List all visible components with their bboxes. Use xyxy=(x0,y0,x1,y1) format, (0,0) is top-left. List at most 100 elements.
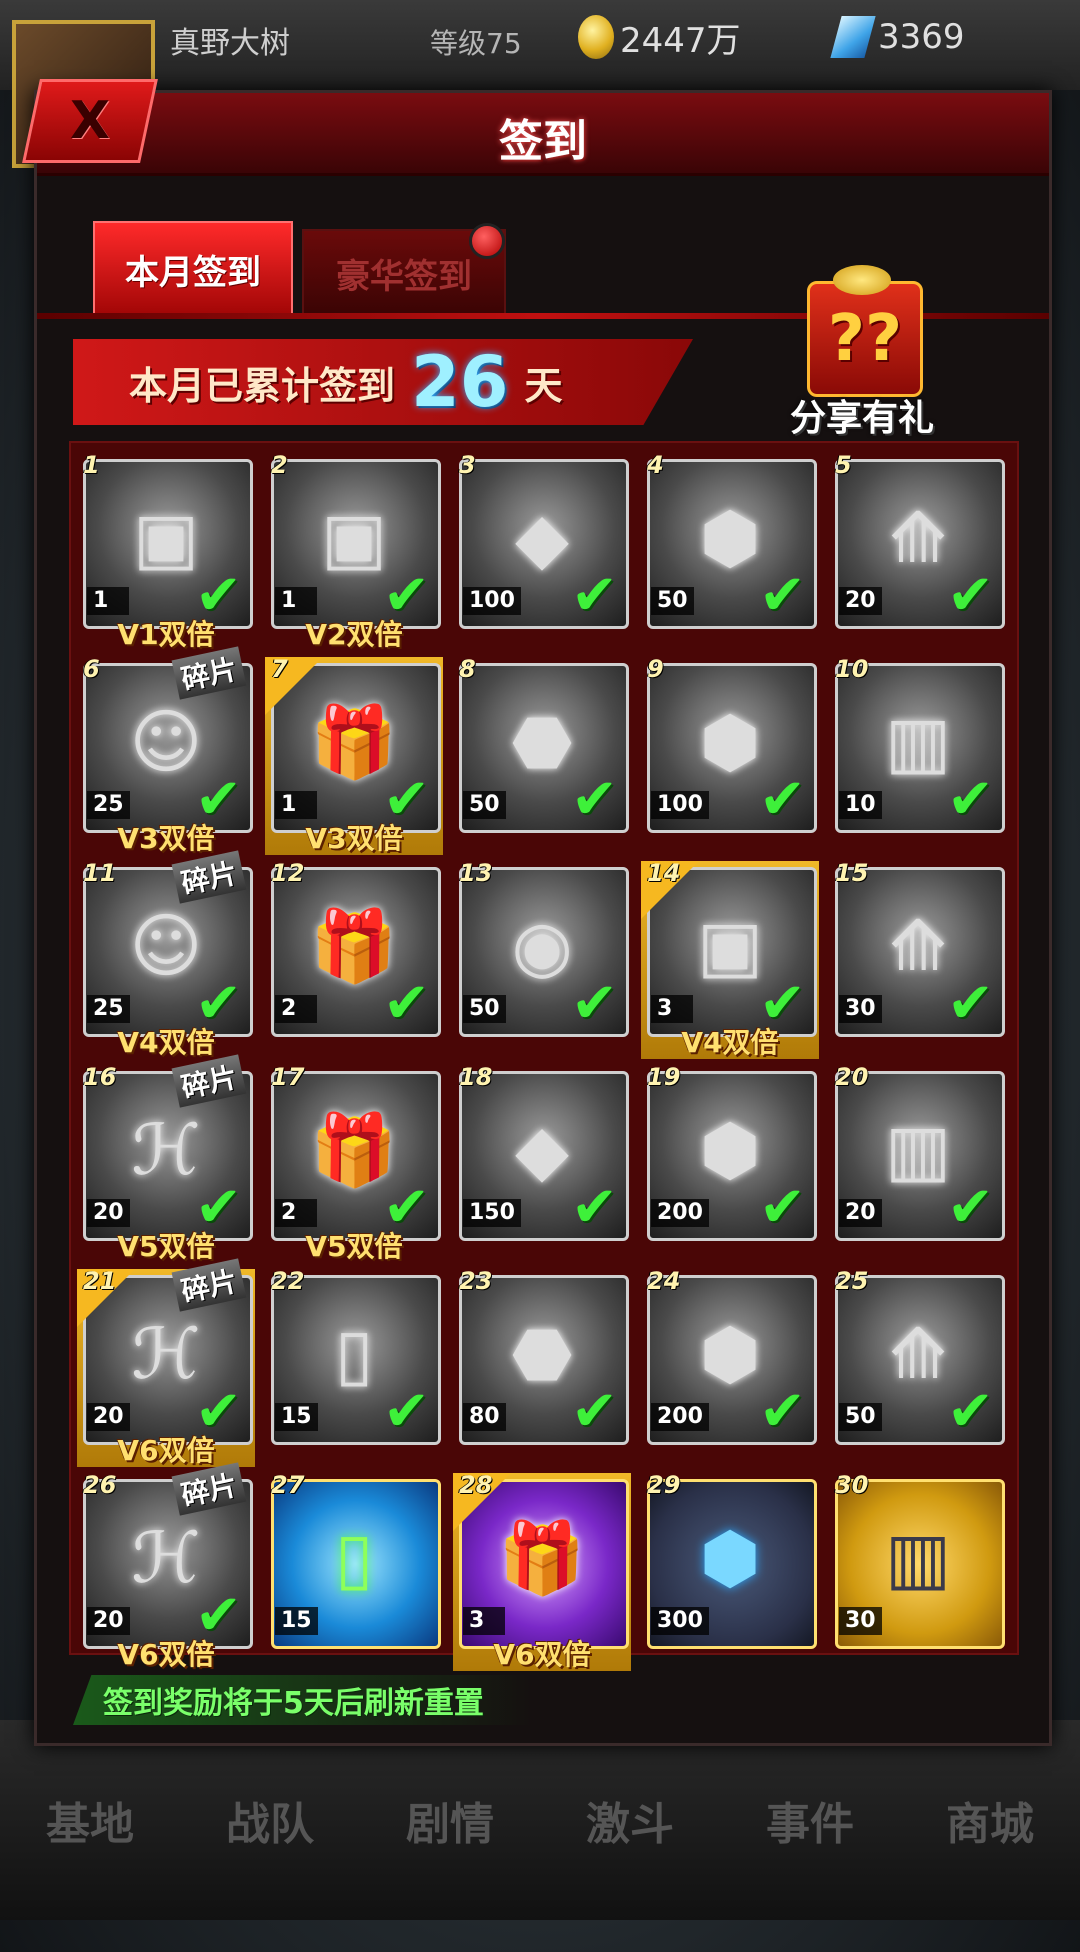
reward-day-18[interactable]: 18 ◆ 150 ✔ xyxy=(453,1063,631,1263)
nav-shop[interactable]: 商城 xyxy=(910,1788,1070,1852)
day-number: 21 xyxy=(83,1267,117,1295)
reward-quantity: 20 xyxy=(87,1607,130,1635)
day-number: 23 xyxy=(459,1267,493,1295)
vip-double-label: V1双倍 xyxy=(117,618,215,651)
checkmark-icon: ✔ xyxy=(759,1379,806,1444)
reward-day-1[interactable]: 1 ▣ 1 ✔ V1双倍 xyxy=(77,451,255,651)
day-number: 6 xyxy=(83,655,100,683)
reward-quantity: 2 xyxy=(275,1199,317,1227)
share-reward-button[interactable]: ?? 分享有礼 xyxy=(777,261,947,441)
nav-story[interactable]: 剧情 xyxy=(370,1788,530,1852)
checkmark-icon: ✔ xyxy=(947,971,994,1036)
reward-day-8[interactable]: 8 ⬣ 50 ✔ xyxy=(453,655,631,855)
checkmark-icon: ✔ xyxy=(571,563,618,628)
reward-day-28[interactable]: 28 🎁 3 V6双倍 xyxy=(453,1471,631,1671)
reward-day-5[interactable]: 5 ⟰ 20 ✔ xyxy=(829,451,1007,651)
reward-day-16[interactable]: 16 ℋ 20 碎片 ✔ V5双倍 xyxy=(77,1054,255,1263)
reward-quantity: 20 xyxy=(87,1403,130,1431)
reward-quantity: 50 xyxy=(839,1403,882,1431)
nav-battle[interactable]: 激斗 xyxy=(550,1788,710,1852)
reward-day-20[interactable]: 20 ▥ 20 ✔ xyxy=(829,1063,1007,1263)
reset-notice-text: 签到奖励将于5天后刷新重置 xyxy=(103,1686,484,1721)
reward-quantity: 25 xyxy=(87,791,130,819)
reward-quantity: 1 xyxy=(87,587,129,615)
reward-quantity: 3 xyxy=(463,1607,505,1635)
reward-quantity: 50 xyxy=(651,587,694,615)
reward-day-12[interactable]: 12 🎁 2 ✔ xyxy=(265,859,443,1059)
checkmark-icon: ✔ xyxy=(571,767,618,832)
vip-double-label: V4双倍 xyxy=(681,1026,779,1059)
day-number: 28 xyxy=(459,1471,493,1499)
reward-day-13[interactable]: 13 ◉ 50 ✔ xyxy=(453,859,631,1059)
blue-crystal-icon: ⬢ xyxy=(699,1517,761,1599)
reward-day-14[interactable]: 14 ▣ 3 ✔ V4双倍 xyxy=(641,859,819,1059)
reward-day-22[interactable]: 22 ▯ 15 ✔ xyxy=(265,1267,443,1467)
reward-quantity: 2 xyxy=(275,995,317,1023)
reward-day-3[interactable]: 3 ◆ 100 ✔ xyxy=(453,451,631,651)
banner-prefix: 本月已累计签到 xyxy=(129,363,396,408)
day-number: 12 xyxy=(271,859,305,887)
day-number: 16 xyxy=(83,1063,117,1091)
vip-double-label: V2双倍 xyxy=(305,618,403,651)
reward-day-21[interactable]: 21 ℋ 20 碎片 ✔ V6双倍 xyxy=(77,1258,255,1467)
checkmark-icon: ✔ xyxy=(947,563,994,628)
checkmark-icon: ✔ xyxy=(947,767,994,832)
reward-day-29[interactable]: 29 ⬢ 300 xyxy=(641,1471,819,1671)
reward-day-7[interactable]: 7 🎁 1 ✔ V3双倍 xyxy=(265,655,443,855)
reward-quantity: 15 xyxy=(275,1607,318,1635)
nav-base[interactable]: 基地 xyxy=(10,1788,170,1852)
reward-day-27[interactable]: 27 ▯ 15 xyxy=(265,1471,443,1671)
reward-day-4[interactable]: 4 ⬢ 50 ✔ xyxy=(641,451,819,651)
reward-quantity: 150 xyxy=(463,1199,521,1227)
reward-day-24[interactable]: 24 ⬢ 200 ✔ xyxy=(641,1267,819,1467)
player-level: 等级75 xyxy=(430,27,522,60)
vip-double-label: V3双倍 xyxy=(305,822,403,855)
nav-events[interactable]: 事件 xyxy=(730,1788,890,1852)
day-number: 11 xyxy=(83,859,117,887)
coin-icon xyxy=(578,15,614,59)
day-number: 19 xyxy=(647,1063,681,1091)
gem-counter: 3369 xyxy=(830,14,965,60)
tab-monthly-sign-in[interactable]: 本月签到 xyxy=(93,221,293,317)
reward-quantity: 100 xyxy=(463,587,521,615)
reward-day-11[interactable]: 11 ☺ 25 碎片 ✔ V4双倍 xyxy=(77,850,255,1059)
sign-in-count-banner: 本月已累计签到 26 天 xyxy=(73,339,693,425)
player-name: 真野大树 xyxy=(170,26,290,61)
checkmark-icon: ✔ xyxy=(383,1379,430,1444)
reward-grid: 1 ▣ 1 ✔ V1双倍 2 ▣ 1 ✔ V2双倍 3 ◆ 100 ✔ 4 ⬢ 50 ✔ 5 ⟰ 20 ✔ 6 ☺ 25 碎片 ✔ V… xyxy=(69,441,1019,1671)
reward-day-25[interactable]: 25 ⟰ 50 ✔ xyxy=(829,1267,1007,1467)
checkmark-icon: ✔ xyxy=(759,767,806,832)
nav-team[interactable]: 战队 xyxy=(190,1788,350,1852)
bottom-nav: 基地 战队 剧情 激斗 事件 商城 xyxy=(0,1720,1080,1920)
reward-day-15[interactable]: 15 ⟰ 30 ✔ xyxy=(829,859,1007,1059)
reward-quantity: 20 xyxy=(839,1199,882,1227)
reward-day-6[interactable]: 6 ☺ 25 碎片 ✔ V3双倍 xyxy=(77,646,255,855)
close-button[interactable]: X xyxy=(22,79,158,163)
reward-day-26[interactable]: 26 ℋ 20 碎片 ✔ V6双倍 xyxy=(77,1462,255,1671)
day-number: 22 xyxy=(271,1267,305,1295)
reward-quantity: 25 xyxy=(87,995,130,1023)
reward-day-2[interactable]: 2 ▣ 1 ✔ V2双倍 xyxy=(265,451,443,651)
reward-quantity: 1 xyxy=(275,587,317,615)
reward-day-10[interactable]: 10 ▥ 10 ✔ xyxy=(829,655,1007,855)
day-number: 29 xyxy=(647,1471,681,1499)
reward-day-17[interactable]: 17 🎁 2 ✔ V5双倍 xyxy=(265,1063,443,1263)
day-number: 8 xyxy=(459,655,476,683)
day-number: 27 xyxy=(271,1471,305,1499)
close-icon: X xyxy=(69,91,111,151)
vip-double-label: V6双倍 xyxy=(117,1638,215,1671)
signed-days-count: 26 xyxy=(411,341,509,423)
day-number: 2 xyxy=(271,451,288,479)
checkmark-icon: ✔ xyxy=(571,1175,618,1240)
reward-day-30[interactable]: 30 ▥ 30 xyxy=(829,1471,1007,1671)
reward-day-19[interactable]: 19 ⬢ 200 ✔ xyxy=(641,1063,819,1263)
day-number: 15 xyxy=(835,859,869,887)
reward-day-9[interactable]: 9 ⬢ 100 ✔ xyxy=(641,655,819,855)
reward-day-23[interactable]: 23 ⬣ 80 ✔ xyxy=(453,1267,631,1467)
day-number: 13 xyxy=(459,859,493,887)
reward-quantity: 50 xyxy=(463,995,506,1023)
coin-value: 2447万 xyxy=(620,20,741,61)
day-number: 20 xyxy=(835,1063,869,1091)
vip-double-label: V6双倍 xyxy=(117,1434,215,1467)
vip-double-label: V3双倍 xyxy=(117,822,215,855)
